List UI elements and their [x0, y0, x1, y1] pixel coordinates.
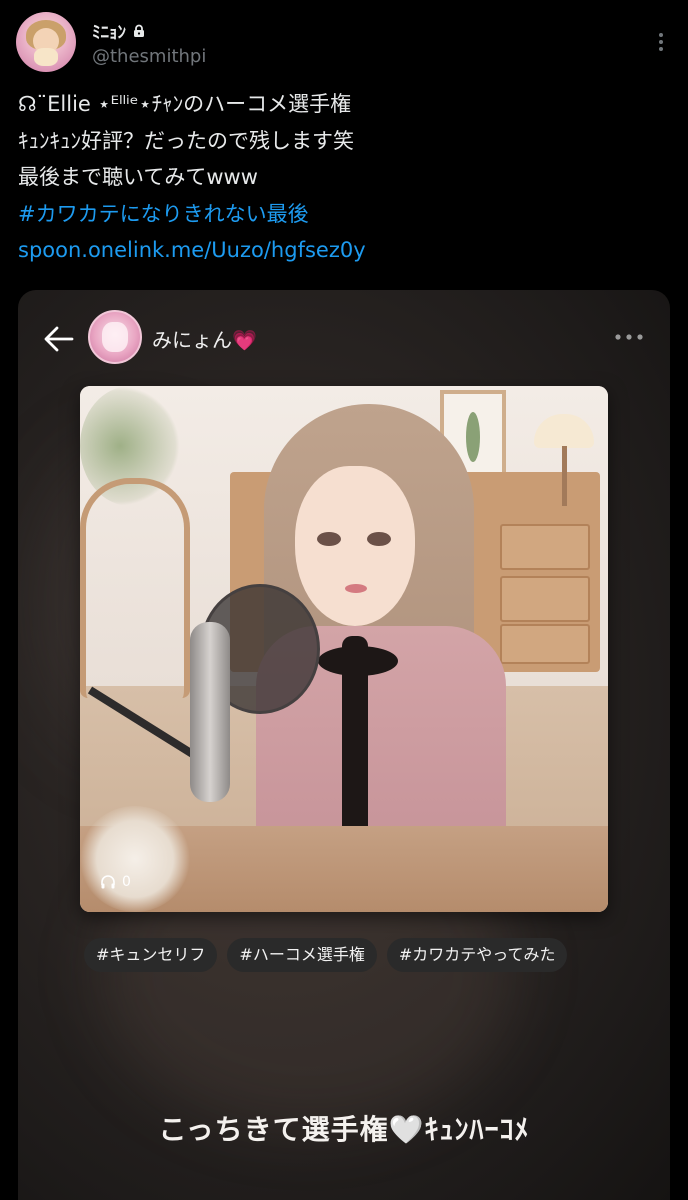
artwork-lamp-pole	[562, 446, 567, 506]
tag-chip[interactable]: #カワカテやってみた	[386, 938, 568, 972]
play-count-value: 0	[122, 874, 131, 890]
tag-chip[interactable]: #キュンセリフ	[84, 938, 218, 972]
user-avatar[interactable]	[16, 12, 76, 72]
app-header: みにょん💗	[18, 290, 670, 390]
heart-icon: 💗	[232, 328, 257, 352]
headphone-icon	[101, 875, 115, 889]
artwork-flowers	[80, 806, 190, 912]
lock-icon	[134, 24, 144, 37]
tweet-text: ☊¨Ellie ⋆ᴱˡˡⁱᵉ⋆ﾁｬﾝのハーコメ選手権 ｷｭﾝｷｭﾝ好評？だったの…	[18, 86, 658, 269]
back-arrow-icon[interactable]	[42, 322, 76, 356]
tag-list: #キュンセリフ #ハーコメ選手権 #カワカテやってみた	[84, 938, 604, 974]
cover-artwork[interactable]: 0	[80, 386, 608, 912]
app-avatar[interactable]	[88, 310, 142, 364]
artwork-face	[295, 466, 415, 626]
tweet-line-2: ｷｭﾝｷｭﾝ好評？だったので残します笑	[18, 128, 354, 153]
overlay-caption: こっちきて選手権🤍ｷｭﾝﾊｰｺﾒ	[158, 1113, 530, 1146]
name-row: ﾐﾆｮﾝ	[92, 18, 146, 43]
hashtag-link[interactable]: #カワカテになりきれない最後	[18, 196, 658, 233]
artwork-microphone	[190, 622, 230, 802]
app-avatar-figure	[102, 322, 128, 352]
artwork-chair	[80, 478, 190, 698]
artwork-ribbon	[342, 636, 368, 846]
app-more-icon[interactable]	[612, 330, 646, 344]
tweet-header: ﾐﾆｮﾝ @thesmithpi	[16, 12, 672, 76]
play-count: 0	[100, 874, 131, 890]
url-link[interactable]: spoon.onelink.me/Uuzo/hgfsez0y	[18, 232, 658, 269]
avatar-bear	[34, 48, 58, 66]
app-username[interactable]: みにょん💗	[152, 324, 257, 353]
app-username-text: みにょん	[152, 328, 232, 352]
tag-chip[interactable]: #ハーコメ選手権	[227, 938, 377, 972]
user-handle[interactable]: @thesmithpi	[92, 46, 206, 67]
more-icon[interactable]	[652, 30, 670, 54]
display-name[interactable]: ﾐﾆｮﾝ	[92, 18, 126, 43]
tweet-line-3: 最後まで聴いてみてwww	[18, 165, 258, 189]
tweet-line-1: ☊¨Ellie ⋆ᴱˡˡⁱᵉ⋆ﾁｬﾝのハーコメ選手権	[18, 92, 352, 116]
media-card[interactable]: みにょん💗 0 #キュンセリフ #ハーコメ選手権 #カワカテやってみた こっちき…	[18, 290, 670, 1200]
